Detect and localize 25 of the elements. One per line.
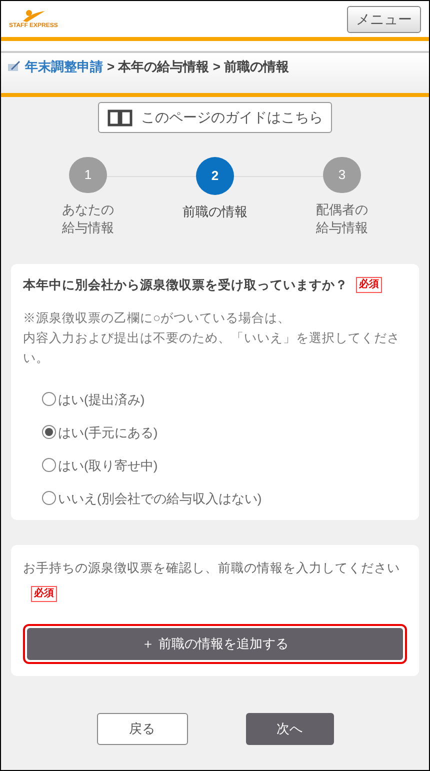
pencil-icon — [7, 60, 21, 72]
question-note: ※源泉徴収票の乙欄に○がついている場合は、 — [23, 310, 292, 327]
radio-option[interactable]: いいえ(別会社での給与収入はない) — [42, 488, 407, 508]
book-icon — [107, 108, 133, 126]
step-label: 前職の情報 — [182, 203, 248, 221]
question-title: 本年中に別会社から源泉徴収票を受け取っていますか？ — [23, 277, 348, 294]
step-label: 給与情報 — [316, 219, 368, 237]
guide-button[interactable]: このページのガイドはこちら — [98, 102, 332, 133]
step-label: あなたの — [62, 201, 114, 219]
logo-icon — [21, 9, 47, 23]
step-label: 配偶者の — [316, 201, 368, 219]
step-label: 給与情報 — [62, 219, 114, 237]
radio-option[interactable]: はい(提出済み) — [42, 390, 407, 409]
breadcrumb-text: > 本年の給与情報 > 前職の情報 — [107, 58, 290, 76]
breadcrumb-link[interactable]: 年末調整申請 — [25, 57, 103, 76]
required-badge: 必須 — [356, 277, 382, 294]
back-button[interactable]: 戻る — [96, 712, 188, 744]
menu-button[interactable]: メニュー — [347, 6, 421, 32]
add-previous-job-button[interactable]: ＋ 前職の情報を追加する — [27, 628, 403, 660]
radio-option[interactable]: はい(手元にある) — [42, 422, 407, 442]
radio-option[interactable]: はい(取り寄せ中) — [42, 456, 407, 475]
instruction-text: お手持ちの源泉徴収票を確認し、前職の情報を入力してください — [23, 560, 401, 577]
required-badge: 必須 — [31, 586, 57, 602]
next-button[interactable]: 次へ — [246, 712, 334, 744]
question-note: 内容入力および提出は不要のため、「いいえ」を選択してください。 — [23, 330, 401, 367]
